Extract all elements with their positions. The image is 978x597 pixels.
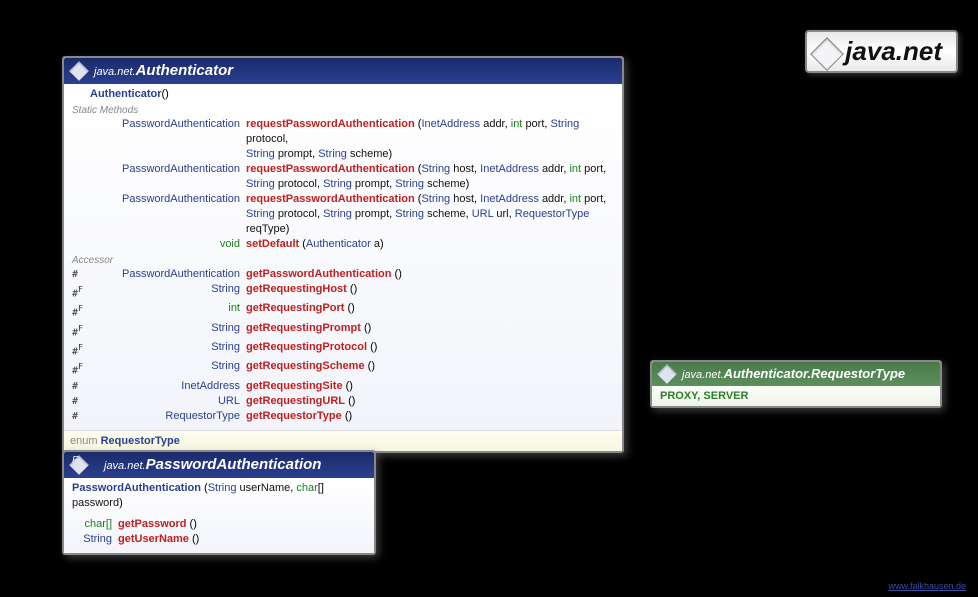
method-row: #FStringgetRequestingScheme () — [70, 359, 616, 378]
section-accessor: Accessor — [72, 255, 616, 266]
method-name: getRequestorType — [246, 410, 342, 422]
method-name: requestPasswordAuthentication — [246, 118, 415, 130]
constructor-row: Authenticator() — [70, 87, 616, 102]
class-icon — [69, 61, 89, 81]
modifier: #F — [72, 359, 90, 378]
method-name: getRequestingProtocol — [246, 341, 367, 353]
method-row: PasswordAuthenticationrequestPasswordAut… — [70, 162, 616, 192]
method-name: setDefault — [246, 238, 299, 250]
method-args: () — [368, 360, 375, 372]
method-args: (Authenticator a) — [302, 238, 383, 250]
method-name: getRequestingURL — [246, 395, 345, 407]
class-name: Authenticator — [136, 62, 234, 79]
modifier: #F — [72, 282, 90, 301]
footer-link[interactable]: www.falkhausen.de — [888, 581, 966, 591]
enum-header: java.net.Authenticator.RequestorType — [652, 362, 940, 386]
return-type: PasswordAuthentication — [90, 267, 246, 282]
constructor-args: () — [162, 88, 169, 100]
method-args: () — [347, 302, 354, 314]
method-args: () — [192, 533, 199, 545]
package-label: java.net — [805, 30, 958, 73]
package-icon — [810, 37, 844, 71]
method-row: #FintgetRequestingPort () — [70, 301, 616, 320]
return-type: InetAddress — [90, 379, 246, 394]
method-args: () — [364, 322, 371, 334]
return-type: PasswordAuthentication — [90, 117, 246, 132]
enum-keyword: enum — [70, 435, 101, 447]
method-name: getRequestingScheme — [246, 360, 365, 372]
class-package: java.net. — [94, 66, 136, 78]
method-name: getPasswordAuthentication — [246, 268, 391, 280]
modifier: #F — [72, 321, 90, 340]
modifier: # — [72, 394, 90, 409]
enum-requestor-type: java.net.Authenticator.RequestorType PRO… — [650, 360, 942, 408]
return-type: RequestorType — [90, 409, 246, 424]
constructor-name: PasswordAuthentication — [72, 482, 201, 494]
enum-package: java.net. — [682, 369, 724, 381]
method-row: #RequestorTypegetRequestorType () — [70, 409, 616, 424]
method-name: getUserName — [118, 533, 189, 545]
method-name: getRequestingHost — [246, 283, 347, 295]
return-type: PasswordAuthentication — [90, 192, 246, 207]
return-type: String — [72, 532, 118, 547]
enum-type: RequestorType — [101, 435, 180, 447]
return-type: String — [90, 321, 246, 336]
method-row: PasswordAuthenticationrequestPasswordAut… — [70, 117, 616, 162]
method-args: () — [346, 380, 353, 392]
enum-icon — [657, 364, 677, 384]
class-body: Authenticator() Static Methods PasswordA… — [64, 84, 622, 430]
method-row: char[]getPassword () — [70, 517, 368, 532]
return-type: PasswordAuthentication — [90, 162, 246, 177]
method-row: #InetAddressgetRequestingSite () — [70, 379, 616, 394]
method-row: #URLgetRequestingURL () — [70, 394, 616, 409]
class-package: java.net. — [104, 460, 146, 472]
method-name: getRequestingSite — [246, 380, 343, 392]
method-row: #FStringgetRequestingHost () — [70, 282, 616, 301]
method-name: requestPasswordAuthentication — [246, 193, 415, 205]
method-args: () — [190, 518, 197, 530]
constructor-row: PasswordAuthentication (String userName,… — [70, 481, 368, 511]
method-name: getPassword — [118, 518, 186, 530]
return-type: int — [90, 301, 246, 316]
method-args: () — [345, 410, 352, 422]
class-header: java.net.Authenticator — [64, 58, 622, 84]
method-args: () — [370, 341, 377, 353]
modifier: #F — [72, 340, 90, 359]
section-static-methods: Static Methods — [72, 105, 616, 116]
method-name: getRequestingPrompt — [246, 322, 361, 334]
constructor-name: Authenticator — [90, 88, 162, 100]
method-name: requestPasswordAuthentication — [246, 163, 415, 175]
return-type: String — [90, 359, 246, 374]
enum-reference: enum RequestorType — [64, 430, 622, 451]
method-args: () — [395, 268, 402, 280]
method-name: getRequestingPort — [246, 302, 344, 314]
return-type: void — [90, 237, 246, 252]
modifier: #F — [72, 301, 90, 320]
class-password-authentication: F java.net.PasswordAuthentication Passwo… — [62, 450, 376, 555]
return-type: String — [90, 340, 246, 355]
method-row: #FStringgetRequestingPrompt () — [70, 321, 616, 340]
package-name: java.net — [845, 36, 942, 66]
return-type: URL — [90, 394, 246, 409]
class-body: PasswordAuthentication (String userName,… — [64, 478, 374, 553]
modifier: # — [72, 379, 90, 394]
modifier: # — [72, 267, 90, 282]
enum-values: PROXY, SERVER — [652, 386, 940, 406]
method-row: StringgetUserName () — [70, 532, 368, 547]
class-authenticator: java.net.Authenticator Authenticator() S… — [62, 56, 624, 453]
method-row: #PasswordAuthenticationgetPasswordAuthen… — [70, 267, 616, 282]
class-header: F java.net.PasswordAuthentication — [64, 452, 374, 478]
final-flag: F — [72, 455, 78, 466]
return-type: char[] — [72, 517, 118, 532]
enum-name: Authenticator.RequestorType — [724, 366, 906, 381]
method-args: () — [348, 395, 355, 407]
class-name: PasswordAuthentication — [146, 456, 322, 473]
return-type: String — [90, 282, 246, 297]
modifier: # — [72, 409, 90, 424]
method-args: () — [350, 283, 357, 295]
method-row: voidsetDefault (Authenticator a) — [70, 237, 616, 252]
method-row: #FStringgetRequestingProtocol () — [70, 340, 616, 359]
method-row: PasswordAuthenticationrequestPasswordAut… — [70, 192, 616, 237]
